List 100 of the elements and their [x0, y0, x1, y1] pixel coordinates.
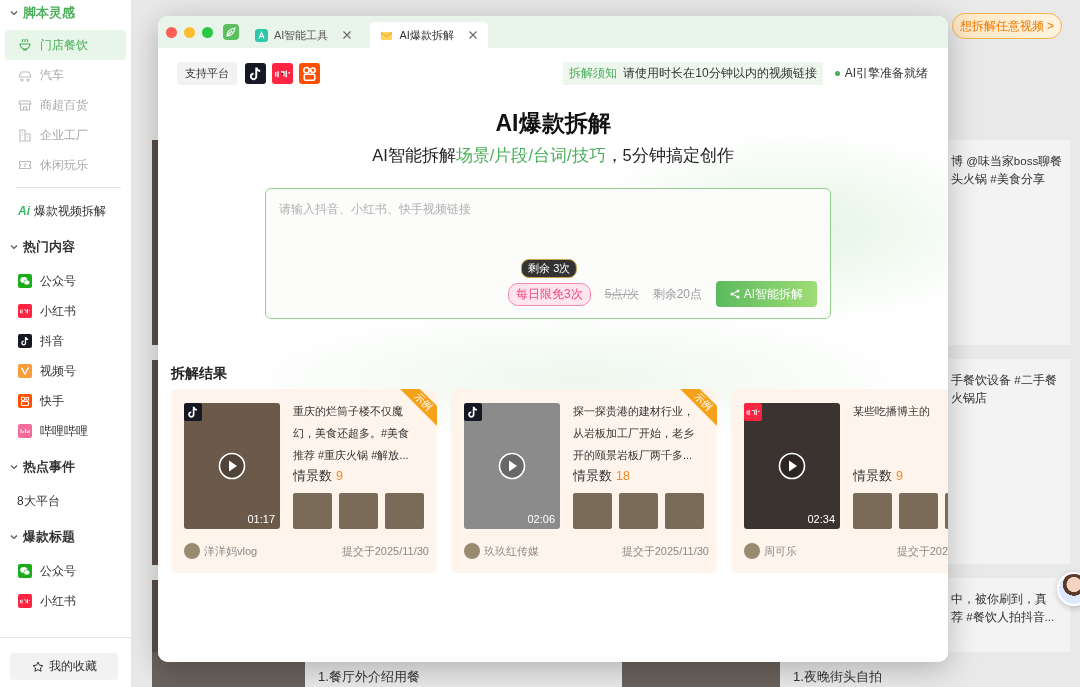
bowl-icon — [18, 38, 32, 52]
scenes-label: 情景数 — [293, 469, 332, 483]
scene-thumbnail[interactable] — [665, 493, 704, 529]
result-card[interactable]: 示例 02:06 探一探贵港的建材行业，从岩板加工厂开始，老乡开的颐景岩板厂两千多... 情景数 18 玖玖红传媒 提交于2025/11/30 — [451, 389, 717, 573]
video-title: 1.夜晚街头自拍 — [792, 668, 883, 686]
platforms-label: 支持平台 — [177, 61, 237, 85]
post-text: 荐 #餐饮人拍抖音... — [951, 610, 1056, 625]
price-text: 5点/次 — [604, 285, 639, 303]
section-title[interactable]: 热门内容 — [23, 238, 75, 256]
submit-date: 提交于2025/11/30 — [621, 543, 709, 559]
app-logo-icon — [272, 62, 293, 84]
music-note-icon — [245, 62, 266, 84]
scene-thumbnail[interactable] — [853, 493, 892, 529]
video-duration: 02:34 — [807, 513, 835, 525]
scenes-label: 情景数 — [853, 469, 892, 483]
author-name: 玖玖红传媒 — [484, 543, 539, 559]
scene-thumbnail[interactable] — [899, 493, 938, 529]
post-text: 头火锅 #美食分享 — [951, 172, 1046, 187]
sidebar-item[interactable]: 抖音 — [5, 326, 126, 356]
app-logo-icon — [18, 304, 32, 318]
camera-icon — [18, 394, 32, 408]
post-text: 火锅店 — [951, 391, 988, 406]
close-tab-icon — [342, 30, 353, 40]
leaf-app-icon — [223, 24, 239, 40]
scene-thumbnail[interactable] — [619, 493, 658, 529]
author-name: 周可乐 — [764, 543, 797, 559]
music-note-icon — [18, 334, 32, 348]
sidebar-item[interactable]: 8大平台 — [5, 486, 126, 516]
post-text: 中，被你刷到，真 — [951, 592, 1048, 607]
scene-thumbnail[interactable] — [573, 493, 612, 529]
section-title[interactable]: 热点事件 — [23, 458, 75, 476]
notice-label: 拆解须知 — [569, 64, 618, 82]
star-icon — [31, 660, 44, 673]
author-avatar — [464, 543, 480, 559]
app-logo-icon — [18, 594, 32, 608]
submit-date: 提交于202 — [896, 543, 948, 559]
input-panel[interactable]: 请输入抖音、小红书、快手视频链接 剩余 3次 每日限免3次 5点/次 剩余20点 AI智能拆解 — [265, 188, 831, 319]
close-tab-icon — [467, 30, 478, 40]
minimize-window-button[interactable] — [184, 26, 195, 38]
submit-date: 提交于2025/11/30 — [341, 543, 429, 559]
author-avatar — [744, 543, 760, 559]
chat-bubbles-icon — [18, 274, 32, 288]
result-card[interactable]: 02:34 某些吃播博主的 情景数 9 周可乐 提交于202 — [731, 389, 948, 573]
tab[interactable]: AI爆款拆解 — [370, 22, 488, 48]
sidebar-item[interactable]: 视频号 — [5, 356, 126, 386]
post-text: 手餐饮设备 #二手餐 — [951, 373, 1058, 388]
ticket-icon — [18, 158, 32, 172]
car-icon — [18, 68, 32, 82]
tab[interactable]: AI智能工具 — [245, 22, 363, 48]
author-name: 洋洋妈vlog — [204, 543, 258, 559]
video-cover[interactable]: 02:34 — [744, 403, 840, 529]
play-icon — [778, 452, 806, 480]
camera-icon — [299, 62, 320, 84]
scenes-count: 18 — [616, 469, 630, 483]
section-title: 拆解结果 — [171, 365, 228, 381]
video-title: 某些吃播博主的 — [853, 404, 931, 419]
scenes-count: 9 — [896, 469, 903, 483]
music-note-icon — [184, 403, 202, 421]
app-logo-icon — [744, 403, 762, 421]
sidebar-link[interactable]: Ai 爆款视频拆解 — [5, 196, 126, 226]
scene-thumbnail[interactable] — [385, 493, 424, 529]
video-title: 1.餐厅外介绍用餐 — [317, 668, 421, 686]
sidebar-item[interactable]: 公众号 — [5, 556, 126, 586]
page-title: AI爆款拆解 — [494, 109, 612, 138]
post-text: 博 @味当家boss聊餐 — [951, 154, 1064, 169]
scene-thumbnail[interactable] — [339, 493, 378, 529]
video-duration: 01:17 — [247, 513, 275, 525]
section-title[interactable]: 爆款标题 — [23, 528, 75, 546]
sidebar-item[interactable]: 哔哩哔哩 — [5, 416, 126, 446]
building-icon — [18, 128, 32, 142]
favorites-button[interactable]: 我的收藏 — [10, 653, 118, 680]
author-avatar — [184, 543, 200, 559]
result-card[interactable]: 示例 01:17 重庆的烂筒子楼不仅魔幻，美食还超多。#美食推荐 #重庆火锅 #解放... 情景数 9 洋洋妈vlog 提交于2025/11/30 — [171, 389, 437, 573]
sidebar-item[interactable]: 公众号 — [5, 266, 126, 296]
sidebar-item[interactable]: 快手 — [5, 386, 126, 416]
share-icon — [729, 289, 740, 299]
sidebar-item[interactable]: 小红书 — [5, 296, 126, 326]
chat-bubbles-icon — [18, 564, 32, 578]
play-icon — [498, 452, 526, 480]
music-note-icon — [464, 403, 482, 421]
sparkle-app-icon — [255, 28, 268, 42]
page-subtitle: AI智能拆解场景/片段/台词/技巧，5分钟搞定创作 — [371, 145, 735, 166]
free-quota-badge: 每日限免3次 — [507, 282, 591, 306]
store-icon — [18, 98, 32, 112]
ai-logo-icon: Ai — [18, 204, 30, 218]
video-title: 探一探贵港的建材行业，从岩板加工厂开始，老乡开的颐景岩板厂两千多... — [573, 404, 694, 463]
video-cover[interactable]: 01:17 — [184, 403, 280, 529]
video-title: 重庆的烂筒子楼不仅魔幻，美食还超多。#美食推荐 #重庆火锅 #解放... — [293, 404, 411, 463]
maximize-window-button[interactable] — [202, 26, 213, 38]
scenes-count: 9 — [336, 469, 343, 483]
remaining-tooltip: 剩余 3次 — [521, 258, 578, 278]
status-text: AI引擎准备就绪 — [844, 64, 928, 82]
scene-thumbnail[interactable] — [293, 493, 332, 529]
notice-text: 请使用时长在10分钟以内的视频链接 — [623, 64, 817, 82]
video-duration: 02:06 — [527, 513, 555, 525]
scenes-label: 情景数 — [573, 469, 612, 483]
play-icon — [218, 452, 246, 480]
balance-text: 剩余20点 — [652, 285, 702, 303]
sidebar-item[interactable]: 小红书 — [5, 586, 126, 616]
close-window-button[interactable] — [166, 26, 177, 38]
